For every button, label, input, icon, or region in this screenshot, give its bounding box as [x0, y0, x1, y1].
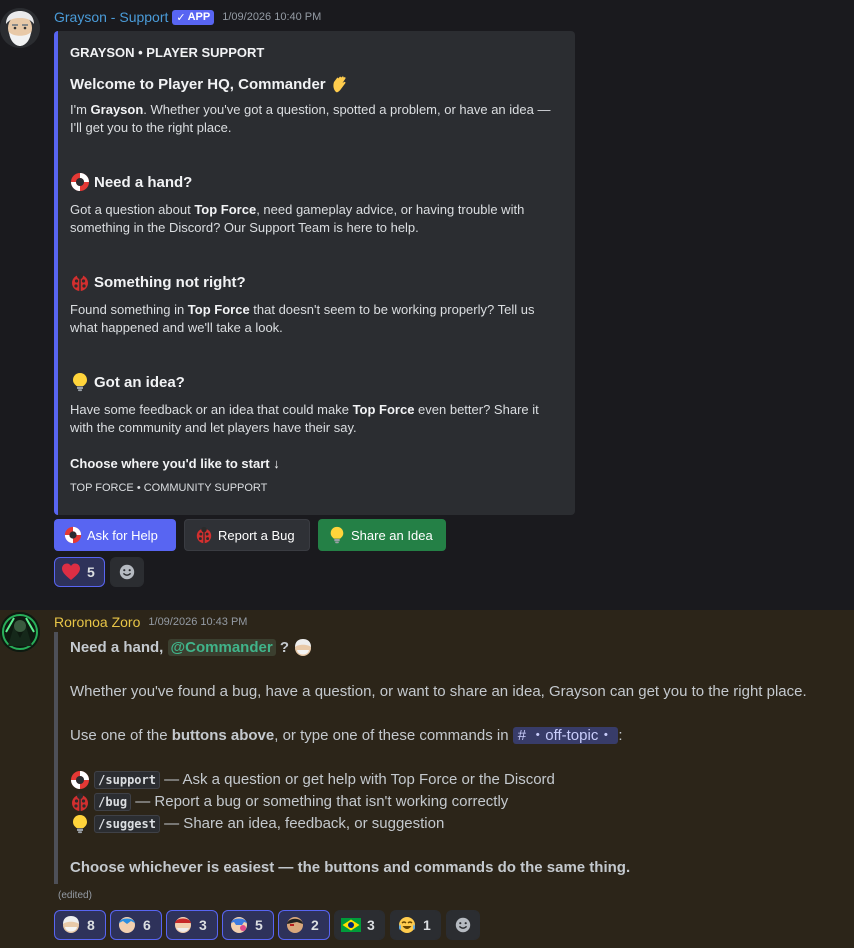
embed-cta: Choose where you'd like to start ↓: [70, 456, 280, 471]
reaction-heart[interactable]: 5: [54, 557, 105, 587]
embed-title: Welcome to Player HQ, Commander: [70, 74, 350, 94]
add-reaction-icon: [118, 563, 136, 581]
lightbulb-icon: [70, 372, 90, 392]
dark-character-emote-icon: [287, 917, 303, 933]
app-badge: ✓ APP: [172, 9, 215, 25]
app-badge-label: APP: [187, 11, 211, 23]
embed-intro: I'm Grayson. Whether you've got a questi…: [70, 102, 551, 135]
timestamp[interactable]: 1/09/2026 10:43 PM: [148, 616, 247, 628]
message-header-zoro: Roronoa Zoro 1/09/2026 10:43 PM: [54, 614, 247, 630]
report-bug-button[interactable]: Report a Bug: [184, 519, 310, 551]
grayson-emote-icon: [63, 916, 79, 933]
quote-heading: Need a hand, @Commander ?: [70, 637, 313, 659]
add-reaction-button[interactable]: [110, 557, 144, 587]
zoro-quote-block: Need a hand, @Commander ? Whether you've…: [54, 632, 834, 884]
red-character-emote-icon: [175, 917, 191, 933]
command-support: /support — Ask a question or get help wi…: [70, 769, 555, 791]
username[interactable]: Roronoa Zoro: [54, 614, 140, 630]
ladybug-icon: [70, 272, 90, 292]
section-need-hand-text: Got a question about Top Force, need gam…: [70, 202, 525, 235]
ask-for-help-button[interactable]: Ask for Help: [54, 519, 176, 551]
share-idea-button[interactable]: Share an Idea: [318, 519, 446, 551]
section-not-right-title: Something not right?: [70, 272, 246, 292]
reaction-brazil-flag[interactable]: 3: [334, 910, 385, 940]
heart-icon: [61, 562, 81, 582]
section-idea-text: Have some feedback or an idea that could…: [70, 402, 539, 435]
lifebuoy-icon: [70, 172, 90, 192]
username[interactable]: Grayson - Support: [54, 9, 168, 25]
user-mention[interactable]: @Commander: [167, 639, 276, 656]
lifebuoy-icon: [64, 526, 82, 544]
reaction-red-character[interactable]: 3: [166, 910, 218, 940]
timestamp[interactable]: 1/09/2026 10:40 PM: [222, 11, 321, 23]
lightbulb-icon: [70, 814, 90, 834]
ladybug-icon: [195, 526, 213, 544]
command-code[interactable]: /suggest: [94, 815, 160, 833]
check-icon: ✓: [176, 11, 186, 24]
command-suggest: /suggest — Share an idea, feedback, or s…: [70, 813, 444, 835]
joy-face-icon: [399, 917, 415, 933]
embed-title-text: Welcome to Player HQ, Commander: [70, 75, 326, 93]
embed-author: GRAYSON • PLAYER SUPPORT: [70, 45, 265, 60]
brazil-flag-icon: [341, 918, 361, 932]
grayson-avatar[interactable]: [0, 8, 40, 48]
command-code[interactable]: /bug: [94, 793, 132, 811]
command-bug: /bug — Report a bug or something that is…: [70, 791, 508, 813]
blue-character-emote-icon: [119, 917, 135, 933]
section-not-right-text: Found something in Top Force that doesn'…: [70, 302, 535, 335]
lifebuoy-icon: [70, 770, 90, 790]
message-header: Grayson - Support ✓ APP 1/09/2026 10:40 …: [54, 9, 321, 25]
quote-line-1: Whether you've found a bug, have a quest…: [70, 683, 807, 700]
message-grayson: Grayson - Support ✓ APP 1/09/2026 10:40 …: [0, 0, 854, 610]
embed-footer: TOP FORCE • COMMUNITY SUPPORT: [70, 482, 268, 494]
pink-character-emote-icon: [231, 917, 247, 933]
edited-label: (edited): [58, 890, 92, 901]
reaction-dark-character[interactable]: 2: [278, 910, 330, 940]
reaction-joy[interactable]: 1: [390, 910, 441, 940]
add-reaction-button[interactable]: [446, 910, 480, 940]
ladybug-icon: [70, 792, 90, 812]
add-reaction-icon: [454, 916, 472, 934]
reaction-pink-character[interactable]: 5: [222, 910, 274, 940]
command-code[interactable]: /support: [94, 771, 160, 789]
reaction-grayson[interactable]: 8: [54, 910, 106, 940]
zoro-avatar[interactable]: [0, 612, 40, 652]
grayson-emote-icon: [295, 639, 312, 657]
support-embed: GRAYSON • PLAYER SUPPORT Welcome to Play…: [54, 31, 575, 515]
channel-link-off-topic[interactable]: # ・off-topic・: [512, 727, 619, 744]
quote-line-2: Use one of the buttons above, or type on…: [70, 727, 623, 744]
lightbulb-icon: [328, 526, 346, 544]
quote-closing: Choose whichever is easiest — the button…: [70, 859, 631, 876]
reaction-blue-character[interactable]: 6: [110, 910, 162, 940]
waving-hand-icon: [330, 74, 350, 94]
section-need-hand-title: Need a hand?: [70, 172, 192, 192]
section-idea-title: Got an idea?: [70, 372, 185, 392]
